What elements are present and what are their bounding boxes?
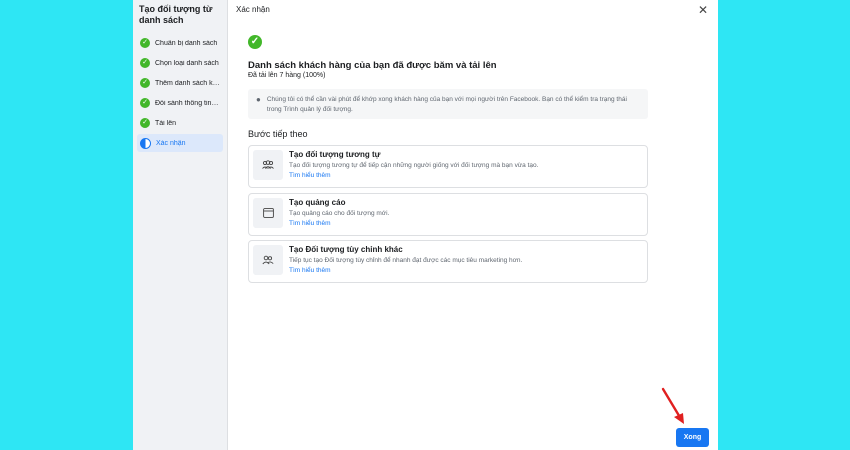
card-description: Tạo đối tượng tương tự để tiếp cận những… xyxy=(289,162,539,169)
sidebar-item-add-customer-list[interactable]: ✓ Thêm danh sách kh... xyxy=(137,74,223,92)
in-progress-icon xyxy=(140,137,151,149)
page-title: Xác nhận xyxy=(236,5,270,14)
check-icon: ✓ xyxy=(140,118,150,128)
card-description: Tiếp tục tạo Đối tượng tùy chỉnh để nhan… xyxy=(289,257,523,264)
sidebar-item-label: Chuẩn bị danh sách xyxy=(155,39,218,47)
sidebar-item-label: Thêm danh sách kh... xyxy=(155,79,220,87)
success-check-icon: ✓ xyxy=(248,35,262,49)
learn-more-link[interactable]: Tìm hiểu thêm xyxy=(289,266,522,276)
check-icon: ✓ xyxy=(140,98,150,108)
people-icon xyxy=(253,245,283,275)
lightbulb-icon: ● xyxy=(256,95,261,104)
info-note: ● Chúng tôi có thể cần vài phút để khớp … xyxy=(248,89,648,119)
sidebar-item-label: Xác nhận xyxy=(156,139,186,147)
check-icon: ✓ xyxy=(140,78,150,88)
sidebar-item-confirm[interactable]: Xác nhận xyxy=(137,134,223,152)
sidebar-item-upload[interactable]: ✓ Tải lên xyxy=(137,114,223,132)
check-icon: ✓ xyxy=(140,38,150,48)
learn-more-link[interactable]: Tìm hiểu thêm xyxy=(289,171,538,181)
learn-more-link[interactable]: Tìm hiểu thêm xyxy=(289,219,389,229)
sidebar-title: Tạo đối tượng từ danh sách xyxy=(139,4,213,25)
check-icon: ✓ xyxy=(140,58,150,68)
next-steps-title: Bước tiếp theo xyxy=(248,129,308,139)
next-step-create-ad-card[interactable]: Tạo quảng cáo Tạo quảng cáo cho đối tượn… xyxy=(248,193,648,236)
sidebar-item-label: Tải lên xyxy=(155,119,177,127)
card-title: Tạo Đối tượng tùy chỉnh khác xyxy=(289,245,403,254)
sidebar-item-choose-list-type[interactable]: ✓ Chọn loại danh sách xyxy=(137,54,223,72)
close-icon[interactable]: ✕ xyxy=(698,3,708,17)
info-note-text: Chúng tôi có thể cần vài phút để khớp xo… xyxy=(266,96,627,113)
next-step-custom-audience-card[interactable]: Tạo Đối tượng tùy chỉnh khác Tiếp tục tạ… xyxy=(248,240,648,283)
sidebar-item-match-info[interactable]: ✓ Đối sánh thông tin n... xyxy=(137,94,223,112)
card-title: Tạo quảng cáo xyxy=(289,198,346,207)
sidebar-item-label: Chọn loại danh sách xyxy=(155,59,219,67)
card-description: Tạo quảng cáo cho đối tượng mới. xyxy=(289,210,390,217)
sidebar-item-prepare-list[interactable]: ✓ Chuẩn bị danh sách xyxy=(137,34,223,52)
upload-status: Đã tải lên 7 hàng (100%) xyxy=(248,72,326,79)
steps-sidebar: Tạo đối tượng từ danh sách ✓ Chuẩn bị da… xyxy=(133,0,228,450)
people-group-icon xyxy=(253,150,283,180)
card-title: Tạo đối tượng tương tự xyxy=(289,150,381,159)
success-title: Danh sách khách hàng của bạn đã được băm… xyxy=(248,60,497,71)
next-step-lookalike-card[interactable]: Tạo đối tượng tương tự Tạo đối tượng tươ… xyxy=(248,145,648,188)
red-arrow-annotation xyxy=(661,387,684,424)
sidebar-item-label: Đối sánh thông tin n... xyxy=(155,99,220,107)
ad-window-icon xyxy=(253,198,283,228)
main-panel: Xác nhận ✕ ✓ Danh sách khách hàng của bạ… xyxy=(228,0,718,450)
done-button[interactable]: Xong xyxy=(676,428,709,447)
audience-modal: Tạo đối tượng từ danh sách ✓ Chuẩn bị da… xyxy=(133,0,718,450)
